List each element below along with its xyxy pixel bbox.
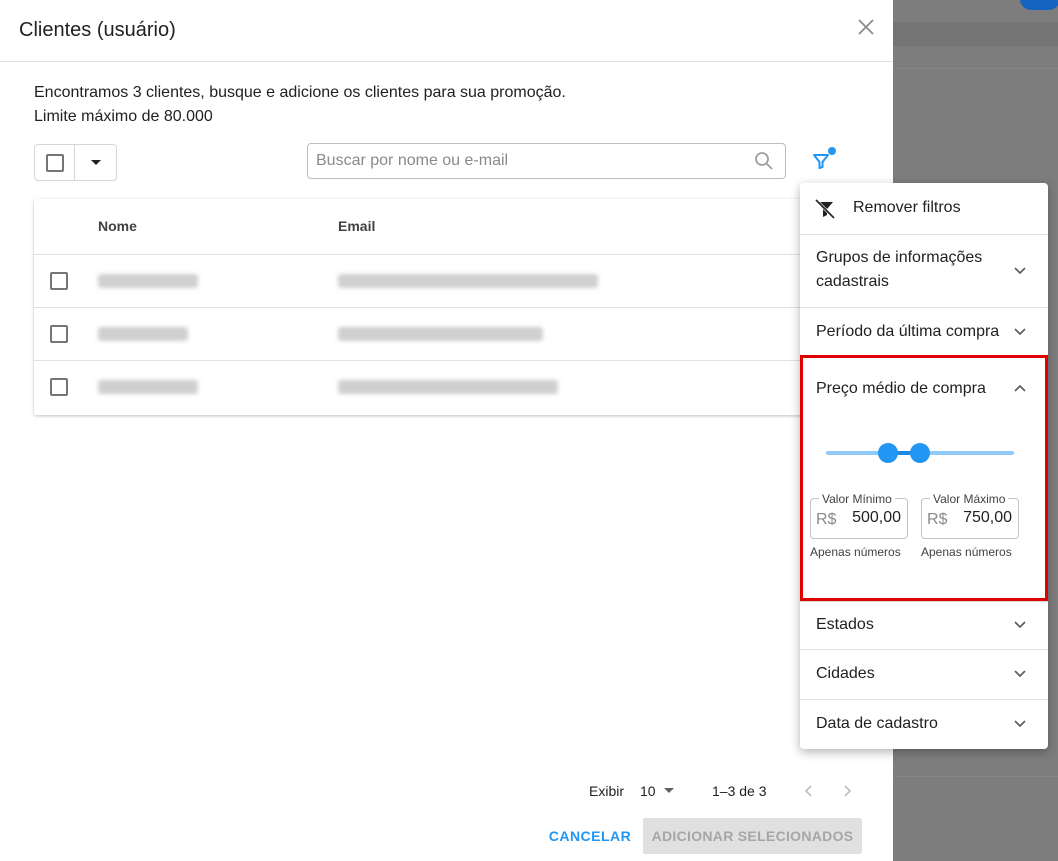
chevron-down-icon (1014, 621, 1026, 629)
filter-item-registration-date[interactable]: Data de cadastro (800, 700, 1048, 749)
caret-down-icon (90, 159, 101, 165)
checkbox-box (45, 153, 64, 172)
bulk-select-group (34, 144, 117, 181)
filter-item-label: Data de cadastro (816, 715, 938, 732)
filter-item-label: Período da última compra (816, 323, 1000, 340)
prev-page-button[interactable] (797, 780, 819, 802)
row-checkbox[interactable] (50, 272, 68, 290)
column-header-name: Nome (98, 218, 137, 234)
chevron-down-icon (1014, 720, 1026, 728)
background-chip (1020, 0, 1058, 10)
client-name-redacted (98, 380, 198, 394)
chevron-down-icon (1014, 670, 1026, 678)
clients-table: Nome Email (34, 199, 849, 415)
select-all-checkbox[interactable] (35, 145, 75, 180)
filter-item-states[interactable]: Estados (800, 601, 1048, 650)
caret-down-icon (663, 788, 674, 793)
cancel-button[interactable]: CANCELAR (546, 818, 634, 854)
filter-item-cities[interactable]: Cidades (800, 650, 1048, 700)
table-row[interactable] (34, 255, 849, 308)
dialog-header: Clientes (usuário) (0, 0, 893, 62)
limit-line: Limite máximo de 80.000 (34, 108, 213, 125)
page-size-label: Exibir (589, 783, 625, 799)
filter-item-groups[interactable]: Grupos de informações cadastrais (800, 235, 1048, 308)
clients-dialog: Clientes (usuário) Encontramos 3 cliente… (0, 0, 893, 861)
close-button[interactable] (853, 14, 879, 40)
page-size-select[interactable]: 10 (640, 783, 674, 799)
column-header-email: Email (338, 218, 376, 234)
row-checkbox[interactable] (50, 378, 68, 396)
dialog-title: Clientes (usuário) (19, 19, 176, 41)
table-row[interactable] (34, 361, 849, 414)
chevron-right-icon (844, 785, 852, 797)
dialog-description: Encontramos 3 clientes, busque e adicion… (34, 81, 566, 129)
search-input[interactable] (316, 144, 746, 178)
chevron-down-icon (1014, 328, 1026, 336)
select-options-dropdown[interactable] (75, 145, 116, 180)
next-page-button[interactable] (837, 780, 859, 802)
filter-item-label: Grupos de informações cadastrais (816, 249, 983, 290)
search-box (307, 143, 786, 179)
search-icon[interactable] (754, 151, 774, 176)
client-name-redacted (98, 274, 198, 288)
filter-item-label: Cidades (816, 665, 875, 682)
table-header: Nome Email (34, 199, 849, 255)
filter-item-label: Estados (816, 616, 874, 633)
page-size-value: 10 (640, 783, 656, 799)
client-email-redacted (338, 274, 598, 288)
add-selected-button[interactable]: ADICIONAR SELECIONADOS (643, 818, 862, 854)
background-band (893, 22, 1058, 46)
filter-icon (813, 154, 829, 169)
background-divider (893, 776, 1058, 777)
remove-filters-item[interactable]: Remover filtros (800, 183, 1048, 235)
highlight-box (800, 355, 1048, 601)
chevron-down-icon (1014, 267, 1026, 275)
row-checkbox[interactable] (50, 325, 68, 343)
description-line: Encontramos 3 clientes, busque e adicion… (34, 84, 566, 101)
page-range: 1–3 de 3 (712, 783, 767, 799)
filter-item-last-purchase[interactable]: Período da última compra (800, 308, 1048, 356)
filter-active-dot (828, 147, 836, 155)
client-name-redacted (98, 327, 188, 341)
client-email-redacted (338, 380, 558, 394)
table-row[interactable] (34, 308, 849, 361)
background-divider (893, 68, 1058, 69)
chevron-left-icon (804, 785, 812, 797)
close-icon (858, 19, 874, 35)
client-email-redacted (338, 327, 543, 341)
remove-filters-label: Remover filtros (853, 199, 961, 216)
filter-remove-icon (814, 198, 836, 220)
